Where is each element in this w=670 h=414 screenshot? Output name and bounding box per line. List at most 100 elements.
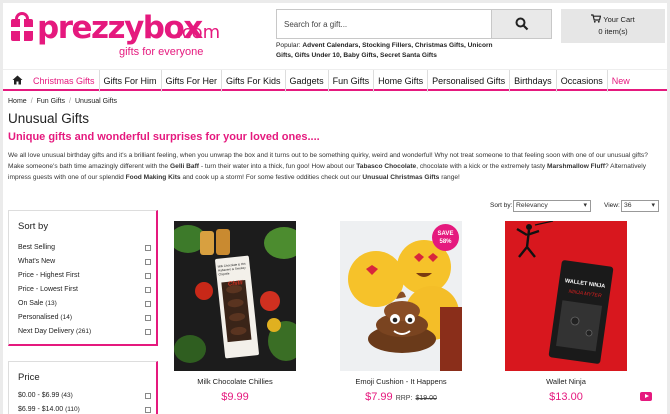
- product-name[interactable]: Wallet Ninja: [505, 377, 627, 386]
- checkbox[interactable]: [145, 287, 151, 293]
- price-value: $13.00: [549, 391, 583, 403]
- price-option-7-14[interactable]: $6.99 - $14.00 (110): [18, 406, 151, 413]
- nav-item-new[interactable]: New: [606, 70, 634, 92]
- popular-searches: Popular: Advent Calendars, Stocking Fill…: [276, 41, 496, 61]
- price-value: $9.99: [221, 391, 249, 403]
- option-label: On Sale: [18, 300, 44, 307]
- nav-item-home-gifts[interactable]: Home Gifts: [373, 70, 427, 92]
- option-count: (261): [75, 328, 92, 335]
- product-name[interactable]: Milk Chocolate Chillies: [174, 377, 296, 386]
- intro-link-tabasco-chocolate[interactable]: Tabasco Chocolate: [356, 163, 416, 170]
- checkbox[interactable]: [145, 245, 151, 251]
- sort-select-value: Relevancy: [516, 202, 548, 209]
- video-play-icon[interactable]: [640, 392, 652, 401]
- search-button[interactable]: [491, 10, 551, 38]
- checkbox[interactable]: [145, 259, 151, 265]
- intro-part: range!: [439, 174, 460, 182]
- nav-item-gadgets[interactable]: Gadgets: [284, 70, 328, 92]
- sort-option-on-sale[interactable]: On Sale (13): [18, 300, 151, 307]
- option-count: (43): [61, 392, 73, 399]
- nav-item-occasions[interactable]: Occasions: [555, 70, 607, 92]
- home-icon[interactable]: [12, 75, 23, 85]
- sort-option-best-selling[interactable]: Best Selling: [18, 244, 151, 251]
- sort-select[interactable]: Relevancy ▾: [513, 200, 591, 212]
- product-image-wallet-ninja[interactable]: WALLET NINJA NINJA MYTER: [505, 221, 627, 371]
- product-image-emoji-cushion[interactable]: SAVE 58%: [340, 221, 462, 371]
- option-label: Price - Lowest First: [18, 286, 78, 293]
- checkbox[interactable]: [145, 329, 151, 335]
- gift-bow-icon: [15, 12, 29, 20]
- page-title: Unusual Gifts: [8, 111, 90, 126]
- checkbox[interactable]: [145, 393, 151, 399]
- breadcrumb-current: Unusual Gifts: [75, 98, 118, 105]
- intro-part: and cook up a storm! For some festive od…: [180, 174, 363, 182]
- product-price: $7.99 RRP: $19.00: [340, 391, 462, 403]
- price-panel-title: Price: [18, 372, 40, 383]
- cart-label: Your Cart: [603, 15, 635, 24]
- option-label: Personalised: [18, 314, 59, 321]
- option-label: What's New: [18, 258, 56, 265]
- price-panel: Price $0.00 - $6.99 (43) $6.99 - $14.00 …: [8, 361, 158, 414]
- option-count: (13): [45, 300, 57, 307]
- option-count: (14): [60, 314, 72, 321]
- option-label: $6.99 - $14.00: [18, 406, 64, 413]
- search-input[interactable]: [277, 10, 489, 38]
- product-price: $13.00: [505, 391, 627, 403]
- sort-option-personalised[interactable]: Personalised (14): [18, 314, 151, 321]
- breadcrumb-separator: /: [30, 98, 33, 105]
- price-option-0-7[interactable]: $0.00 - $6.99 (43): [18, 392, 151, 399]
- nav-item-birthdays[interactable]: Birthdays: [509, 70, 556, 92]
- popular-label: Popular:: [276, 42, 301, 49]
- rrp-value: $19.00: [415, 395, 437, 402]
- sort-option-price-highest[interactable]: Price - Highest First: [18, 272, 151, 279]
- chillies-photo: [174, 221, 296, 371]
- nav-item-gifts-for-kids[interactable]: Gifts For Kids: [221, 70, 285, 92]
- product-card[interactable]: SAVE 58% Emoji Cushion - It Happens $7.9…: [340, 221, 462, 403]
- nav-item-personalised-gifts[interactable]: Personalised Gifts: [427, 70, 509, 92]
- checkbox[interactable]: [145, 301, 151, 307]
- option-label: Price - Highest First: [18, 272, 80, 279]
- breadcrumb-separator: /: [69, 98, 71, 105]
- search-icon: [515, 17, 529, 31]
- main-nav: Christmas Gifts Gifts For Him Gifts For …: [3, 69, 667, 92]
- sort-option-price-lowest[interactable]: Price - Lowest First: [18, 286, 151, 293]
- nav-item-christmas-gifts[interactable]: Christmas Gifts: [29, 70, 99, 92]
- intro-link-food-making-kits[interactable]: Food Making Kits: [126, 174, 181, 181]
- product-card[interactable]: Milk Chocolate & Hot Habanero & Smokey C…: [174, 221, 296, 403]
- option-label: Best Selling: [18, 244, 55, 251]
- nav-item-gifts-for-him[interactable]: Gifts For Him: [98, 70, 161, 92]
- nav-menu: Christmas Gifts Gifts For Him Gifts For …: [29, 70, 634, 92]
- cart-count: 0 item(s): [598, 27, 628, 36]
- cart-button[interactable]: Your Cart 0 item(s): [561, 9, 665, 43]
- intro-link-unusual-christmas-gifts[interactable]: Unusual Christmas Gifts: [362, 174, 439, 181]
- checkbox[interactable]: [145, 315, 151, 321]
- breadcrumb-fun-gifts[interactable]: Fun Gifts: [37, 98, 65, 105]
- checkbox[interactable]: [145, 407, 151, 413]
- product-image-chillies[interactable]: Milk Chocolate & Hot Habanero & Smokey C…: [174, 221, 296, 371]
- product-name[interactable]: Emoji Cushion - It Happens: [340, 377, 462, 386]
- breadcrumb: Home / Fun Gifts / Unusual Gifts: [8, 98, 117, 105]
- chevron-down-icon: ▾: [651, 202, 655, 209]
- nav-item-fun-gifts[interactable]: Fun Gifts: [327, 70, 374, 92]
- site-logo[interactable]: prezzybox .com gifts for everyone: [9, 9, 239, 59]
- product-card[interactable]: WALLET NINJA NINJA MYTER Wallet Ninja $1…: [505, 221, 627, 403]
- view-select-value: 36: [624, 202, 632, 209]
- sort-option-whats-new[interactable]: What's New: [18, 258, 151, 265]
- intro-part: , chocolate with a kick or the extremely…: [416, 163, 548, 171]
- wallet-ninja-photo: [505, 221, 627, 371]
- breadcrumb-home[interactable]: Home: [8, 98, 27, 105]
- view-select[interactable]: 36 ▾: [621, 200, 659, 212]
- page-subtitle: Unique gifts and wonderful surprises for…: [8, 131, 320, 143]
- sort-panel-title: Sort by: [18, 221, 49, 232]
- gift-logo-icon: [11, 19, 33, 41]
- nav-item-gifts-for-her[interactable]: Gifts For Her: [160, 70, 222, 92]
- cart-icon: [591, 14, 602, 23]
- popular-links[interactable]: Advent Calendars, Stocking Fillers, Chri…: [276, 42, 493, 59]
- product-price: $9.99: [174, 391, 296, 403]
- intro-link-marshmallow-fluff[interactable]: Marshmallow Fluff: [547, 163, 605, 170]
- option-count: (110): [65, 406, 80, 413]
- intro-text: We all love unusual birthday gifts and i…: [8, 150, 660, 184]
- intro-link-gelli-baff[interactable]: Gelli Baff: [170, 163, 199, 170]
- sort-option-next-day-delivery[interactable]: Next Day Delivery (261): [18, 328, 151, 335]
- checkbox[interactable]: [145, 273, 151, 279]
